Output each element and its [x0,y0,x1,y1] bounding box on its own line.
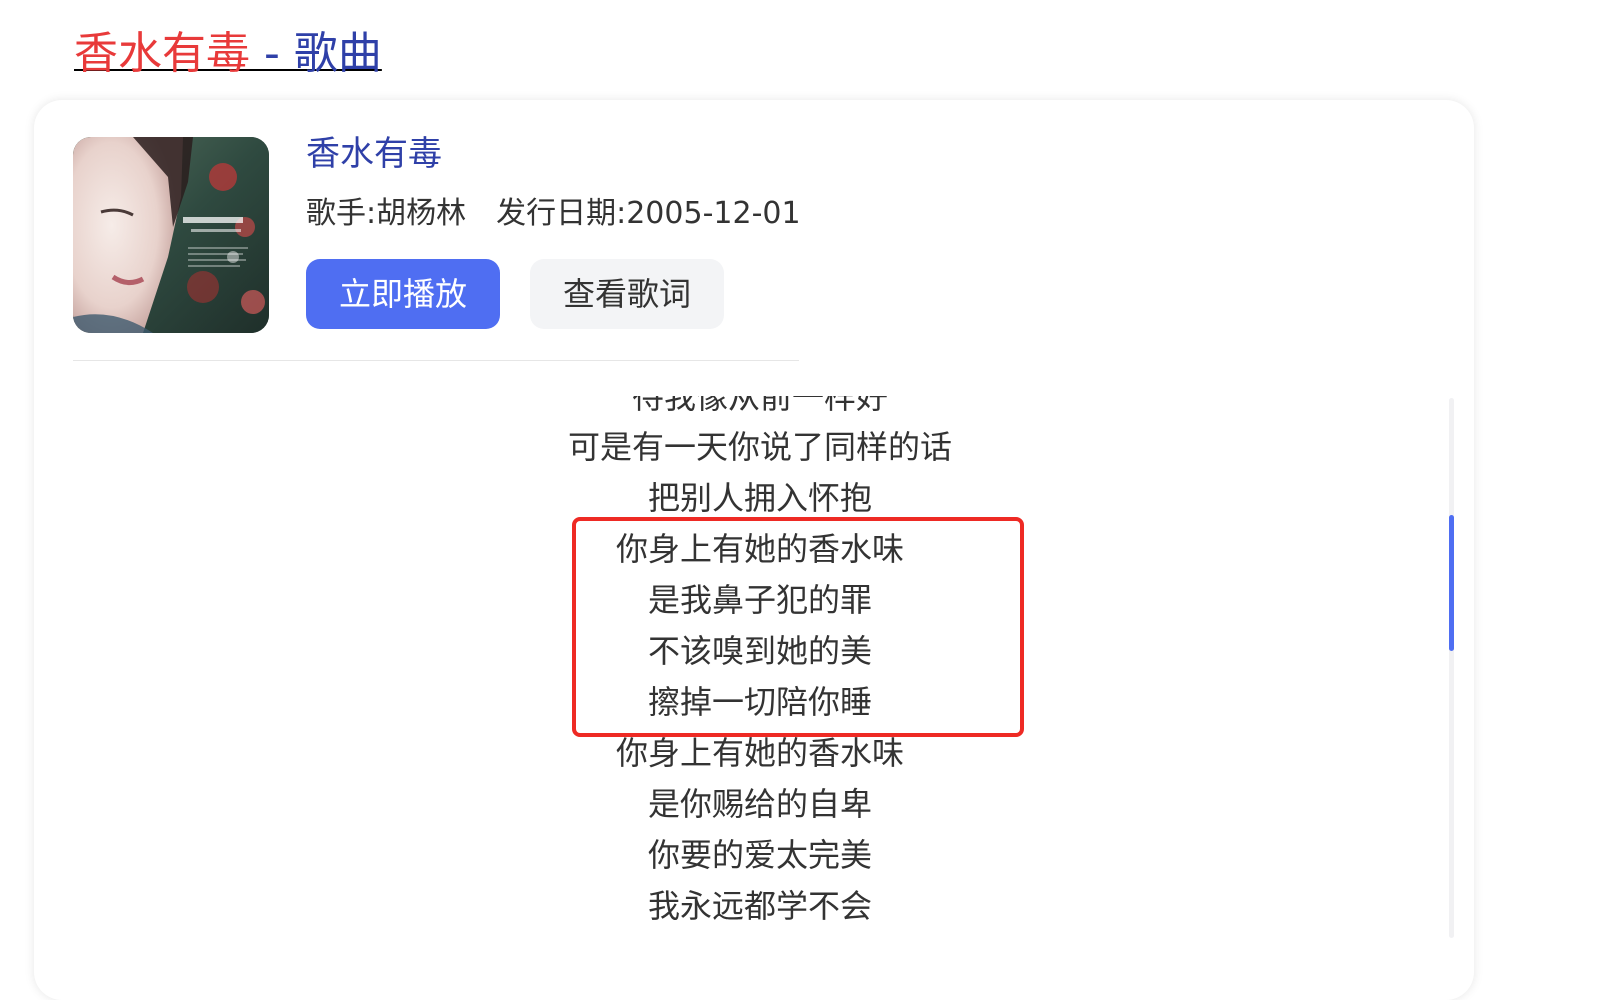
scroll-thumb[interactable] [1449,515,1454,651]
lyric-line: 你身上有她的香水味 [615,734,904,772]
lyric-line: 我永远都学不会 [647,887,872,925]
album-cover-icon [73,137,269,333]
lyric-line: 把别人拥入怀抱 [647,479,872,517]
lyric-line: 你要的爱太完美 [647,836,872,874]
lyric-line-partial: 待我像从前一样好 [631,396,888,416]
song-name-link[interactable]: 香水有毒 [306,130,442,178]
play-now-button[interactable]: 立即播放 [306,259,500,329]
title-highlight: 香水有毒 [74,28,250,79]
highlight-box [572,517,1024,737]
lyric-line: 是你赐给的自卑 [647,785,872,823]
release-date: 发行日期:2005-12-01 [496,196,801,231]
lyric-line: 可是有一天你说了同样的话 [567,428,952,466]
singer-info: 歌手:胡杨林 [306,196,467,231]
song-meta: 歌手:胡杨林 发行日期:2005-12-01 [306,192,801,236]
result-title-link[interactable]: 香水有毒 - 歌曲 [74,24,382,84]
view-lyrics-button[interactable]: 查看歌词 [530,259,724,329]
album-cover[interactable] [73,137,269,333]
lyrics-scrollbar[interactable] [1449,398,1454,938]
title-suffix: - 歌曲 [250,28,382,79]
divider [73,360,799,361]
